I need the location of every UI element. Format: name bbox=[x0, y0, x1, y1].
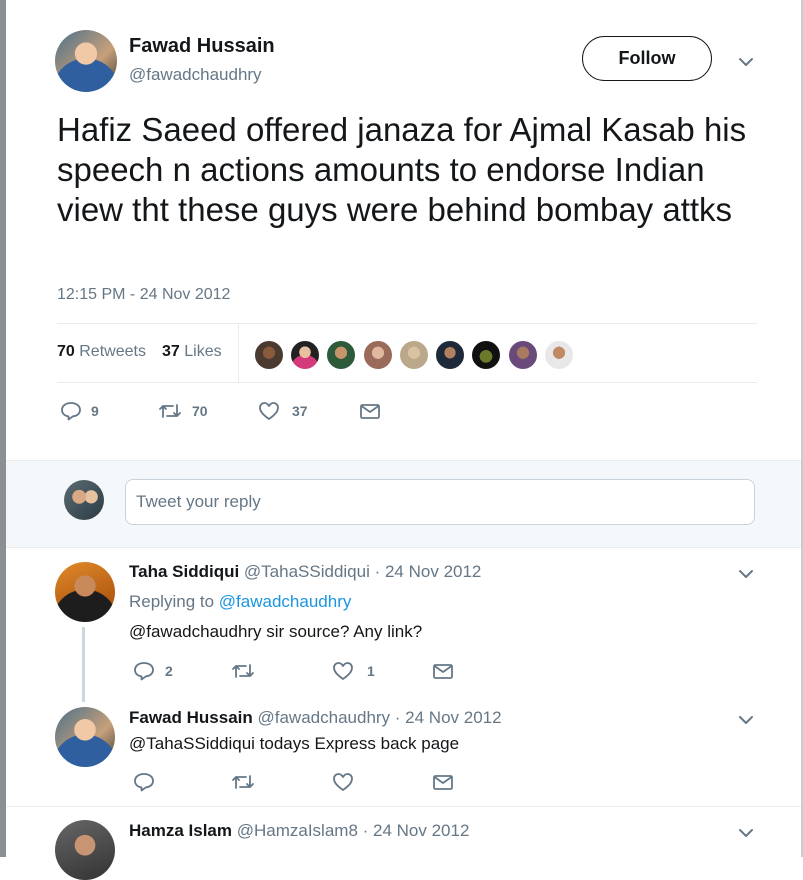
reply-input[interactable]: Tweet your reply bbox=[125, 479, 755, 525]
stats-divider bbox=[238, 323, 239, 382]
reply-header: Taha Siddiqui @TahaSSiddiqui · 24 Nov 20… bbox=[129, 562, 481, 582]
retweet-action[interactable]: 70 bbox=[158, 401, 208, 421]
chevron-down-icon[interactable] bbox=[737, 565, 755, 583]
tweet-timestamp[interactable]: 12:15 PM - 24 Nov 2012 bbox=[57, 286, 230, 304]
heart-icon bbox=[259, 402, 279, 420]
reply-author-name[interactable]: Fawad Hussain bbox=[129, 708, 253, 727]
retweet-action[interactable] bbox=[231, 772, 255, 792]
reply-handle-date[interactable]: @TahaSSiddiqui · 24 Nov 2012 bbox=[244, 562, 481, 581]
heart-icon bbox=[333, 773, 353, 791]
reply-action[interactable]: 9 bbox=[60, 401, 99, 421]
liker-avatar[interactable] bbox=[363, 340, 393, 370]
current-user-avatar bbox=[64, 480, 104, 520]
author-name[interactable]: Fawad Hussain bbox=[129, 35, 275, 58]
retweet-icon bbox=[232, 775, 254, 789]
chevron-down-icon[interactable] bbox=[737, 824, 755, 842]
reply-avatar[interactable] bbox=[55, 707, 115, 767]
reply-action[interactable]: 2 bbox=[133, 661, 173, 681]
reply-handle-date[interactable]: @HamzaIslam8 · 24 Nov 2012 bbox=[237, 821, 470, 840]
replying-to-handle[interactable]: @fawadchaudhry bbox=[219, 592, 352, 611]
liker-avatar[interactable] bbox=[435, 340, 465, 370]
liker-avatar[interactable] bbox=[399, 340, 429, 370]
likes-label: Likes bbox=[184, 343, 222, 360]
direct-message-action[interactable] bbox=[432, 772, 454, 792]
message-icon bbox=[433, 775, 453, 790]
retweets-label: Retweets bbox=[79, 343, 146, 360]
follow-button[interactable]: Follow bbox=[582, 36, 712, 81]
replying-to-label: Replying to bbox=[129, 592, 215, 611]
likes-count: 37 bbox=[162, 343, 180, 360]
retweet-icon bbox=[232, 664, 254, 678]
likes-stat[interactable]: 37 Likes bbox=[162, 343, 222, 361]
reply-count: 9 bbox=[91, 403, 99, 419]
reply-header: Fawad Hussain @fawadchaudhry · 24 Nov 20… bbox=[129, 708, 502, 728]
message-icon bbox=[433, 664, 453, 679]
retweets-count: 70 bbox=[57, 343, 75, 360]
divider bbox=[57, 382, 757, 383]
reply-icon bbox=[134, 662, 154, 681]
reply-action[interactable] bbox=[133, 772, 155, 792]
direct-message-action[interactable] bbox=[432, 661, 454, 681]
like-action[interactable] bbox=[332, 772, 354, 792]
liker-avatar[interactable] bbox=[471, 340, 501, 370]
like-count: 1 bbox=[367, 663, 375, 679]
replying-to: Replying to @fawadchaudhry bbox=[129, 592, 351, 612]
divider bbox=[6, 806, 801, 807]
retweets-stat[interactable]: 70 Retweets bbox=[57, 343, 146, 361]
like-action[interactable]: 1 bbox=[332, 661, 375, 681]
like-action[interactable]: 37 bbox=[258, 401, 308, 421]
heart-icon bbox=[333, 662, 353, 680]
liker-avatar[interactable] bbox=[508, 340, 538, 370]
liker-avatar[interactable] bbox=[254, 340, 284, 370]
chevron-down-icon[interactable] bbox=[737, 711, 755, 729]
reply-author-name[interactable]: Hamza Islam bbox=[129, 821, 232, 840]
window-left-edge bbox=[0, 0, 6, 857]
reply-header: Hamza Islam @HamzaIslam8 · 24 Nov 2012 bbox=[129, 821, 469, 841]
liker-avatar[interactable] bbox=[326, 340, 356, 370]
divider bbox=[57, 323, 757, 324]
reply-icon bbox=[61, 402, 81, 421]
reply-avatar[interactable] bbox=[55, 820, 115, 880]
reply-icon bbox=[134, 773, 154, 792]
liker-avatar[interactable] bbox=[290, 340, 320, 370]
reply-text: @TahaSSiddiqui todays Express back page bbox=[129, 734, 460, 753]
chevron-down-icon[interactable] bbox=[737, 53, 755, 71]
message-icon bbox=[360, 404, 380, 419]
author-handle[interactable]: @fawadchaudhry bbox=[129, 65, 262, 85]
reply-author-name[interactable]: Taha Siddiqui bbox=[129, 562, 239, 581]
reply-avatar[interactable] bbox=[55, 562, 115, 622]
reply-text: @fawadchaudhry sir source? Any link? bbox=[129, 622, 423, 641]
author-avatar[interactable] bbox=[55, 30, 117, 92]
direct-message-action[interactable] bbox=[359, 401, 381, 421]
like-count: 37 bbox=[292, 403, 308, 419]
retweet-count: 70 bbox=[192, 403, 208, 419]
retweet-icon bbox=[159, 404, 181, 418]
tweet-text: Hafiz Saeed offered janaza for Ajmal Kas… bbox=[57, 111, 747, 228]
reply-count: 2 bbox=[165, 663, 173, 679]
retweet-action[interactable] bbox=[231, 661, 255, 681]
liker-avatar[interactable] bbox=[544, 340, 574, 370]
thread-connector bbox=[82, 627, 85, 702]
reply-handle-date[interactable]: @fawadchaudhry · 24 Nov 2012 bbox=[258, 708, 502, 727]
